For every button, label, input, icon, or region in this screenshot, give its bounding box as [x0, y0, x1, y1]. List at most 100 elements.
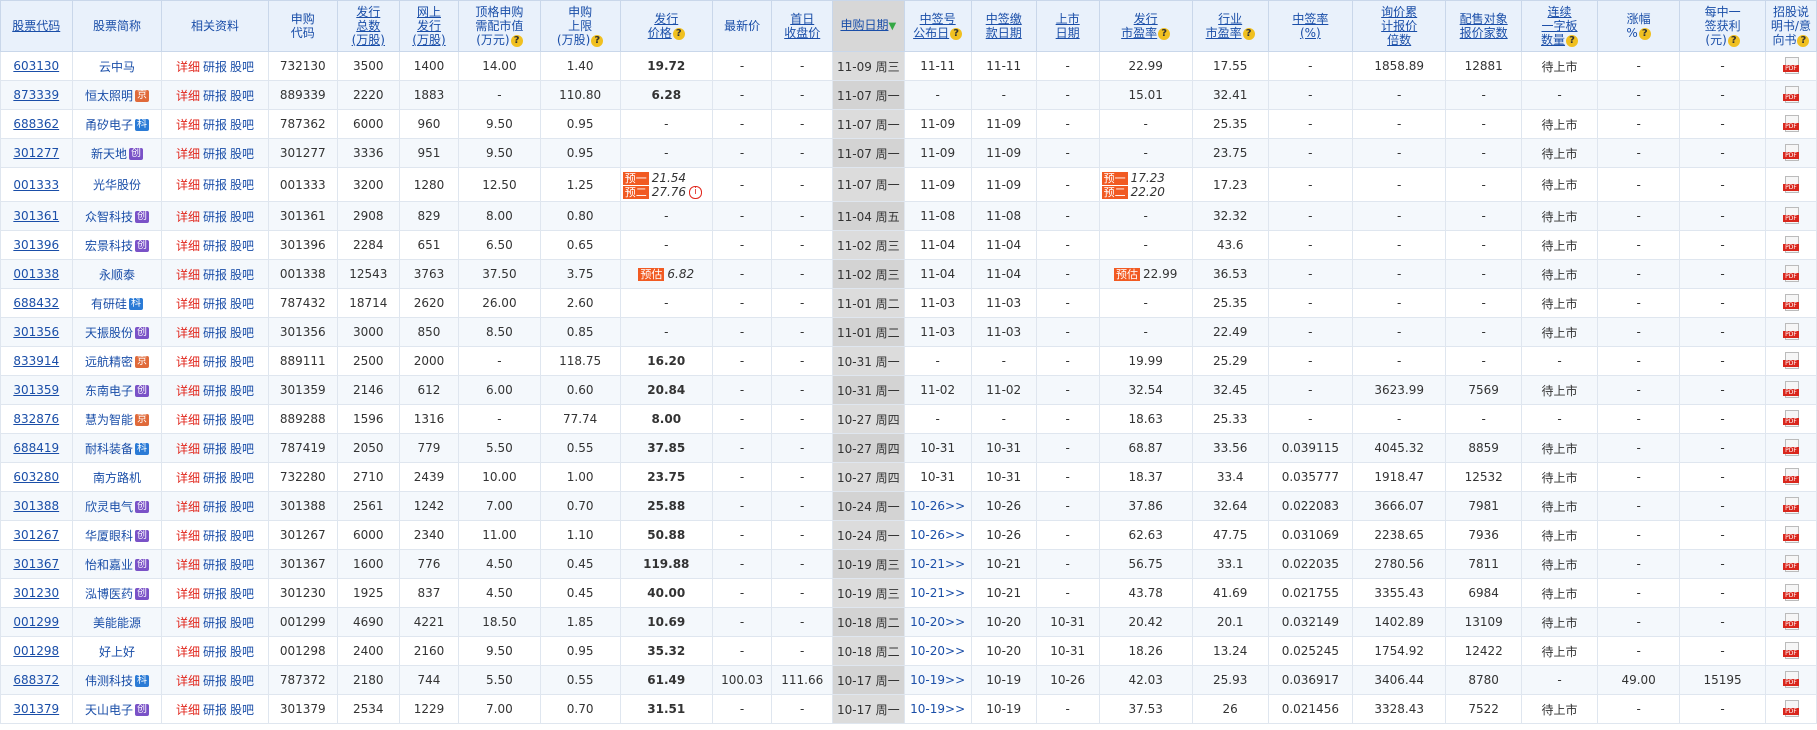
info-icon[interactable]: i: [689, 185, 703, 199]
forum-link[interactable]: 股吧: [230, 558, 254, 572]
stock-code-link[interactable]: 688372: [13, 673, 59, 687]
research-link[interactable]: 研报: [203, 442, 227, 456]
detail-link[interactable]: 详细: [176, 118, 200, 132]
help-icon[interactable]: ?: [950, 27, 963, 40]
forum-link[interactable]: 股吧: [230, 703, 254, 717]
pdf-icon[interactable]: PDF: [1782, 613, 1799, 631]
stock-name-link[interactable]: 宏景科技: [85, 239, 133, 253]
help-icon[interactable]: ?: [1727, 34, 1740, 47]
forum-link[interactable]: 股吧: [230, 587, 254, 601]
detail-link[interactable]: 详细: [176, 413, 200, 427]
column-header[interactable]: 连续 一字板 数量?: [1521, 0, 1598, 52]
detail-link[interactable]: 详细: [176, 239, 200, 253]
lottery-announce-link[interactable]: 10-20>>: [910, 644, 965, 658]
stock-name-link[interactable]: 远航精密: [85, 355, 133, 369]
forum-link[interactable]: 股吧: [230, 616, 254, 630]
stock-name-link[interactable]: 好上好: [99, 645, 135, 659]
research-link[interactable]: 研报: [203, 645, 227, 659]
research-link[interactable]: 研报: [203, 587, 227, 601]
sort-desc-icon[interactable]: ▼: [888, 21, 896, 32]
stock-name-link[interactable]: 光华股份: [93, 178, 141, 192]
pdf-icon[interactable]: PDF: [1782, 671, 1799, 689]
stock-name-link[interactable]: 云中马: [99, 60, 135, 74]
pdf-icon[interactable]: PDF: [1782, 86, 1799, 104]
column-header[interactable]: 发行 总数 (万股): [336, 0, 400, 52]
stock-code-link[interactable]: 301230: [13, 586, 59, 600]
forum-link[interactable]: 股吧: [230, 178, 254, 192]
column-header[interactable]: 中签缴 款日期: [970, 0, 1037, 52]
help-icon[interactable]: ?: [1638, 27, 1651, 40]
column-header-label[interactable]: 配售对象 报价家数: [1460, 12, 1508, 40]
detail-link[interactable]: 详细: [176, 147, 200, 161]
forum-link[interactable]: 股吧: [230, 500, 254, 514]
stock-name-link[interactable]: 东南电子: [85, 384, 133, 398]
forum-link[interactable]: 股吧: [230, 413, 254, 427]
pdf-icon[interactable]: PDF: [1782, 115, 1799, 133]
stock-name-link[interactable]: 有研硅: [91, 297, 127, 311]
forum-link[interactable]: 股吧: [230, 268, 254, 282]
pdf-icon[interactable]: PDF: [1782, 265, 1799, 283]
research-link[interactable]: 研报: [203, 558, 227, 572]
column-header[interactable]: 申购日期▼: [832, 0, 905, 52]
lottery-announce-link[interactable]: 10-21>>: [910, 586, 965, 600]
column-header-label[interactable]: 申购日期: [840, 18, 888, 32]
forum-link[interactable]: 股吧: [230, 384, 254, 398]
help-icon[interactable]: ?: [1158, 27, 1171, 40]
pdf-icon[interactable]: PDF: [1782, 144, 1799, 162]
detail-link[interactable]: 详细: [176, 645, 200, 659]
research-link[interactable]: 研报: [203, 471, 227, 485]
detail-link[interactable]: 详细: [176, 587, 200, 601]
stock-code-link[interactable]: 301361: [13, 209, 59, 223]
lottery-announce-link[interactable]: 10-26>>: [910, 499, 965, 513]
stock-code-link[interactable]: 301267: [13, 528, 59, 542]
stock-code-link[interactable]: 688362: [13, 117, 59, 131]
stock-code-link[interactable]: 301367: [13, 557, 59, 571]
research-link[interactable]: 研报: [203, 89, 227, 103]
stock-name-link[interactable]: 美能能源: [93, 616, 141, 630]
research-link[interactable]: 研报: [203, 413, 227, 427]
stock-name-link[interactable]: 怡和嘉业: [85, 558, 133, 572]
column-header-label[interactable]: 中签率 (%): [1292, 12, 1328, 40]
detail-link[interactable]: 详细: [176, 178, 200, 192]
detail-link[interactable]: 详细: [176, 674, 200, 688]
research-link[interactable]: 研报: [203, 384, 227, 398]
column-header[interactable]: 发行 市盈率?: [1098, 0, 1193, 52]
detail-link[interactable]: 详细: [176, 210, 200, 224]
stock-code-link[interactable]: 301277: [13, 146, 59, 160]
detail-link[interactable]: 详细: [176, 442, 200, 456]
pdf-icon[interactable]: PDF: [1782, 642, 1799, 660]
detail-link[interactable]: 详细: [176, 326, 200, 340]
stock-name-link[interactable]: 永顺泰: [99, 268, 135, 282]
pdf-icon[interactable]: PDF: [1782, 468, 1799, 486]
stock-code-link[interactable]: 301356: [13, 325, 59, 339]
help-icon[interactable]: ?: [1242, 27, 1255, 40]
pdf-icon[interactable]: PDF: [1782, 57, 1799, 75]
column-header-label[interactable]: 中签号 公布日: [913, 12, 956, 40]
column-header[interactable]: 询价累 计报价 倍数: [1352, 0, 1447, 52]
stock-name-link[interactable]: 慧为智能: [85, 413, 133, 427]
column-header[interactable]: 中签率 (%): [1267, 0, 1354, 52]
detail-link[interactable]: 详细: [176, 500, 200, 514]
column-header[interactable]: 股票代码: [0, 0, 73, 52]
research-link[interactable]: 研报: [203, 239, 227, 253]
pdf-icon[interactable]: PDF: [1782, 497, 1799, 515]
research-link[interactable]: 研报: [203, 326, 227, 340]
research-link[interactable]: 研报: [203, 178, 227, 192]
forum-link[interactable]: 股吧: [230, 239, 254, 253]
stock-code-link[interactable]: 001338: [13, 267, 59, 281]
stock-name-link[interactable]: 耐科装备: [85, 442, 133, 456]
stock-name-link[interactable]: 新天地: [91, 147, 127, 161]
research-link[interactable]: 研报: [203, 616, 227, 630]
stock-name-link[interactable]: 天振股份: [85, 326, 133, 340]
stock-name-link[interactable]: 伟测科技: [85, 674, 133, 688]
forum-link[interactable]: 股吧: [230, 674, 254, 688]
lottery-announce-link[interactable]: 10-21>>: [910, 557, 965, 571]
pdf-icon[interactable]: PDF: [1782, 207, 1799, 225]
stock-name-link[interactable]: 众智科技: [85, 210, 133, 224]
column-header-label[interactable]: 首日 收盘价: [784, 12, 820, 40]
forum-link[interactable]: 股吧: [230, 60, 254, 74]
pdf-icon[interactable]: PDF: [1782, 439, 1799, 457]
forum-link[interactable]: 股吧: [230, 645, 254, 659]
lottery-announce-link[interactable]: 10-19>>: [910, 702, 965, 716]
stock-code-link[interactable]: 873339: [13, 88, 59, 102]
